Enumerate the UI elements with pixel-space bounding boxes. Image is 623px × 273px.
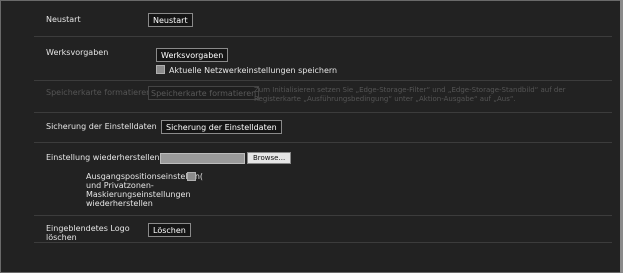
- restore-position-privacy-checkbox[interactable]: [187, 172, 196, 181]
- factory-defaults-row: Werksvorgaben Werksvorgaben Aktuelle Net…: [34, 37, 612, 77]
- format-card-button[interactable]: Speicherkarte formatieren: [148, 86, 260, 100]
- format-card-row: Speicherkarte formatieren Speicherkarte …: [34, 81, 612, 111]
- delete-logo-label-line1: Eingeblendetes Logo: [46, 224, 130, 233]
- restart-label: Neustart: [46, 15, 81, 24]
- restore-label: Einstellung wiederherstellen: [46, 153, 160, 162]
- delete-logo-label-line2: löschen: [46, 233, 77, 242]
- divider: [34, 242, 612, 243]
- restore-option-line1: Ausgangspositionseinstellun(: [86, 172, 204, 181]
- restore-option-line4: wiederherstellen: [86, 199, 153, 208]
- format-card-note-line1: Zum Initialisieren setzen Sie „Edge-Stor…: [254, 86, 566, 94]
- restore-option-line3: Maskierungseinstellungen: [86, 190, 191, 199]
- factory-defaults-button[interactable]: Werksvorgaben: [156, 48, 229, 62]
- factory-defaults-label: Werksvorgaben: [46, 48, 109, 57]
- restart-button[interactable]: Neustart: [148, 13, 193, 27]
- restore-row: Einstellung wiederherstellen Browse... A…: [34, 143, 612, 213]
- keep-network-settings-label: Aktuelle Netzwerkeinstellungen speichern: [169, 66, 338, 75]
- backup-button[interactable]: Sicherung der Einstelldaten: [161, 120, 282, 134]
- restore-file-input[interactable]: [160, 153, 245, 164]
- keep-network-settings-checkbox[interactable]: [156, 65, 165, 74]
- browse-button[interactable]: Browse...: [247, 152, 292, 164]
- backup-label: Sicherung der Einstelldaten: [46, 122, 157, 131]
- backup-row: Sicherung der Einstelldaten Sicherung de…: [34, 113, 612, 141]
- format-card-label: Speicherkarte formatieren: [46, 88, 152, 97]
- delete-logo-row: Eingeblendetes Logo löschen Löschen: [34, 216, 612, 242]
- delete-logo-button[interactable]: Löschen: [148, 223, 191, 237]
- restore-option-line2: und Privatzonen-: [86, 181, 154, 190]
- restart-row: Neustart Neustart: [34, 6, 612, 36]
- format-card-note-line2: Registerkarte „Ausführungsbedingung“ unt…: [254, 95, 516, 103]
